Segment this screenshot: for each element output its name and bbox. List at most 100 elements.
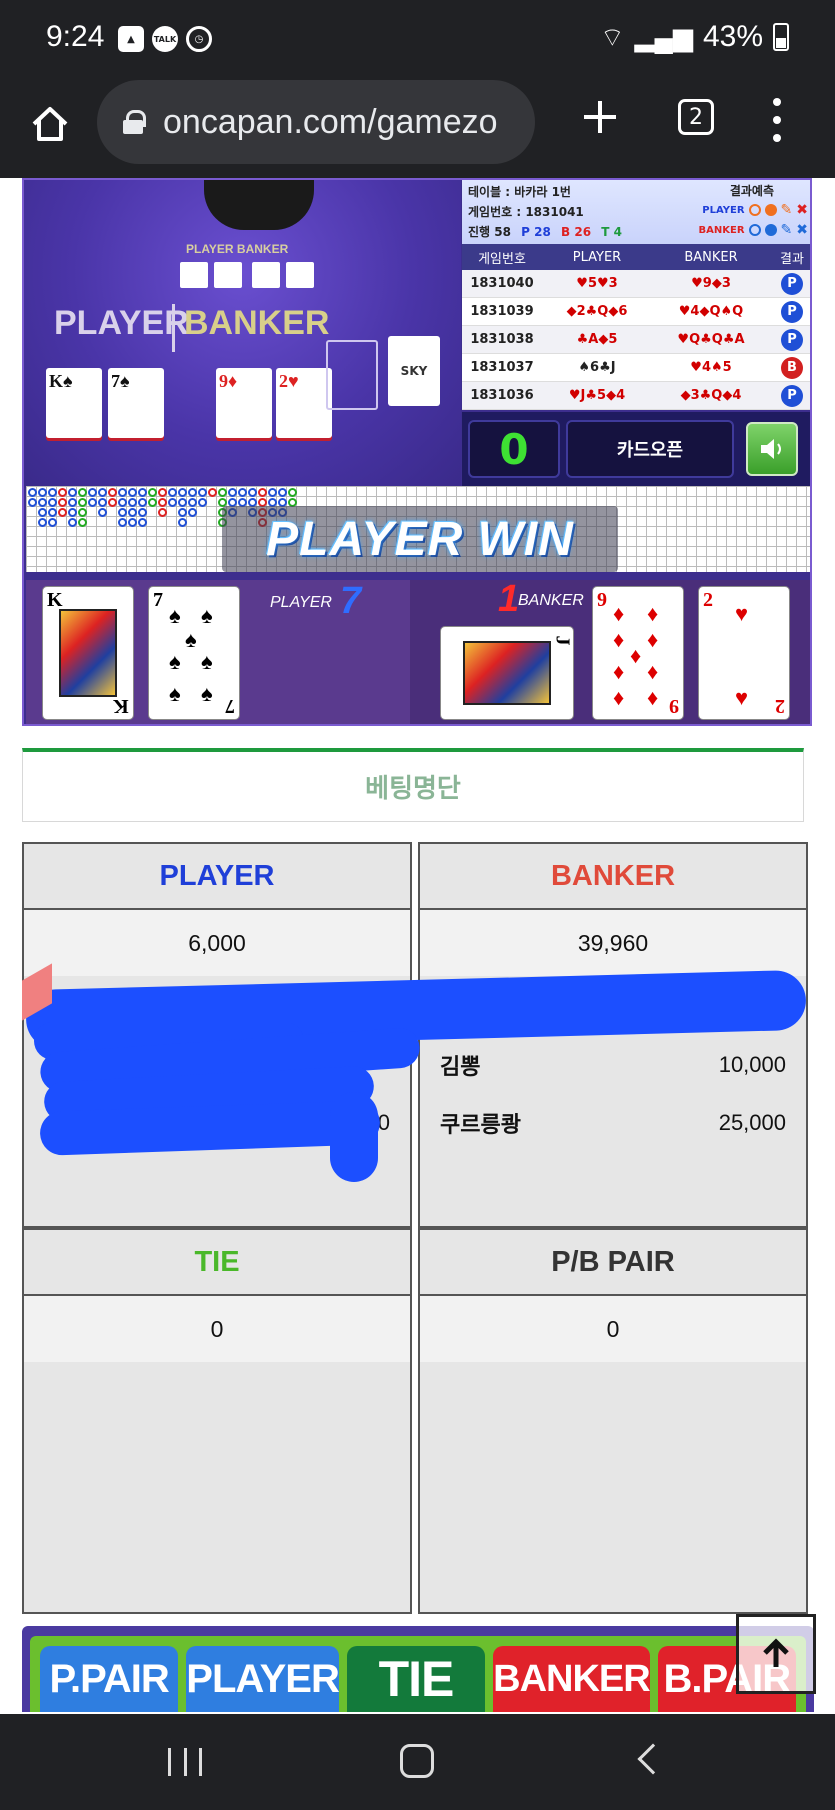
road-map-dot <box>168 488 177 497</box>
history-game-no: 1831039 <box>470 304 534 319</box>
game-controls: 0 카드오픈 <box>462 412 810 488</box>
card-rank: 2 <box>703 589 713 611</box>
road-map-dot <box>158 488 167 497</box>
video-card: 9♦ <box>216 368 272 438</box>
road-map-dot <box>108 488 117 497</box>
player-bet-total: 6,000 <box>24 910 410 976</box>
card-result-area: K K 7 ♠ ♠ ♠ ♠ ♠ ♠ ♠ 7 PLAYER 7 1 BANKER … <box>26 578 810 724</box>
wifi-icon: ⌔ <box>600 21 625 52</box>
road-map-dot <box>28 498 37 507</box>
road-map-dot <box>148 498 157 507</box>
new-tab-button[interactable] <box>578 94 622 150</box>
progress-count: 진행 58 <box>468 225 511 239</box>
history-player-cards: ♥5♥3 <box>576 276 618 291</box>
video-card: K♠ <box>46 368 102 438</box>
history-row: 1831037 ♠6♣J ♥4♠5 B <box>462 354 810 382</box>
tie-button[interactable]: TIE <box>346 1646 486 1712</box>
road-map-dot <box>188 488 197 497</box>
history-banker-cards: ♥9◆3 <box>691 276 731 291</box>
road-map-dot <box>188 508 197 517</box>
tie-bet-total: 0 <box>24 1296 410 1362</box>
address-bar[interactable]: oncapan.com/gamezo <box>97 80 535 164</box>
history-row: 1831040 ♥5♥3 ♥9◆3 P <box>462 270 810 298</box>
card-rank: J <box>551 635 574 646</box>
more-dot-icon <box>773 134 781 142</box>
prediction-player: PLAYER ✎ ✖ <box>702 202 808 218</box>
tie-bet-box: TIE 0 <box>22 1228 412 1614</box>
road-map-dot <box>68 488 77 497</box>
road-map-dot <box>128 488 137 497</box>
heart-icon: ♥ <box>735 601 749 626</box>
history-row: 1831038 ♣A◆5 ♥Q♣Q♣A P <box>462 326 810 354</box>
diamond-icon: ♦ <box>630 643 642 668</box>
recent-apps-icon <box>168 1748 171 1776</box>
diamond-icon: ♦ <box>647 601 659 626</box>
heart-icon: ♥ <box>735 685 749 710</box>
road-map-dot <box>58 488 67 497</box>
road-map-dot <box>58 498 67 507</box>
mini-card <box>286 262 314 288</box>
tie-bet-header: TIE <box>24 1230 410 1296</box>
banker-card-3: 2 ♥ ♥ 2 <box>698 586 790 720</box>
sound-toggle-button[interactable] <box>746 422 798 476</box>
dot-icon <box>764 224 777 236</box>
diamond-icon: ♦ <box>613 685 625 710</box>
card-open-button[interactable]: 카드오픈 <box>566 420 734 478</box>
history-col-banker: BANKER <box>684 249 738 265</box>
prediction-player-label: PLAYER <box>702 204 745 216</box>
road-map-dot <box>98 488 107 497</box>
scroll-to-top-button[interactable] <box>736 1614 816 1694</box>
banker-count: B 26 <box>561 225 592 239</box>
history-row: 1831036 ♥J♣5◆4 ◆3♣Q◆4 P <box>462 382 810 410</box>
road-map-dot <box>138 488 147 497</box>
home-button[interactable] <box>28 98 72 150</box>
history-banker-cards: ♥4♠5 <box>690 360 732 375</box>
bettor-name: 김뽕 <box>440 1054 481 1079</box>
road-map-dot <box>98 508 107 517</box>
road-map-dot <box>78 518 87 527</box>
spade-icon: ♠ <box>169 649 181 674</box>
history-game-no: 1831036 <box>470 388 534 403</box>
recent-apps-button[interactable] <box>168 1748 202 1776</box>
circle-icon <box>748 224 761 236</box>
player-card-1: K K <box>42 586 134 720</box>
tab-switcher-button[interactable]: 2 <box>678 99 714 135</box>
history-result-badge: P <box>781 272 803 295</box>
history-list: 1831040 ♥5♥3 ♥9◆3 P 1831039 ◆2♣Q◆6 ♥4◆Q♠… <box>462 270 810 410</box>
history-header: 게임번호 PLAYER BANKER 결과 <box>462 244 810 270</box>
road-map-dot <box>278 488 287 497</box>
history-player-cards: ◆2♣Q◆6 <box>566 304 628 319</box>
back-button[interactable] <box>637 1743 669 1775</box>
card-rank: K <box>113 695 129 717</box>
player-pair-button[interactable]: P.PAIR <box>40 1646 179 1712</box>
road-map-dot <box>228 488 237 497</box>
status-icons-left: ▲ TALK ◷ <box>118 26 212 52</box>
banker-button[interactable]: BANKER <box>493 1646 651 1712</box>
mini-card <box>252 262 280 288</box>
prediction-title: 결과예측 <box>729 184 774 198</box>
road-map-dot <box>88 488 97 497</box>
cross-icon: ✖ <box>796 202 808 218</box>
win-banner: PLAYER WIN <box>222 506 618 572</box>
betting-list-title: 베팅명단 <box>22 748 804 822</box>
diamond-icon: ♦ <box>613 627 625 652</box>
jack-face-art <box>463 641 551 705</box>
history-game-no: 1831038 <box>470 332 534 347</box>
player-button[interactable]: PLAYER <box>186 1646 340 1712</box>
live-video: PLAYER BANKER PLAYER BANKER K♠ 7♠ 9♦ 2♥ … <box>24 180 461 488</box>
player-bet-header: PLAYER <box>24 844 410 910</box>
road-map-dot <box>268 488 277 497</box>
spade-icon: ♠ <box>169 603 181 628</box>
spade-icon: ♠ <box>201 603 213 628</box>
history-col-player: PLAYER <box>572 249 622 265</box>
speaker-icon <box>761 439 781 459</box>
video-mini-label: PLAYER BANKER <box>186 242 289 256</box>
road-map-dot <box>128 498 137 507</box>
video-player-label: PLAYER <box>54 304 189 342</box>
road-map-dot <box>98 498 107 507</box>
home-nav-button[interactable] <box>400 1744 434 1778</box>
bet-item: 쿠르릉쾅 25,000 <box>440 1094 786 1152</box>
king-face-art <box>59 609 117 697</box>
road-map-dot <box>28 488 37 497</box>
more-menu-button[interactable] <box>764 98 790 142</box>
